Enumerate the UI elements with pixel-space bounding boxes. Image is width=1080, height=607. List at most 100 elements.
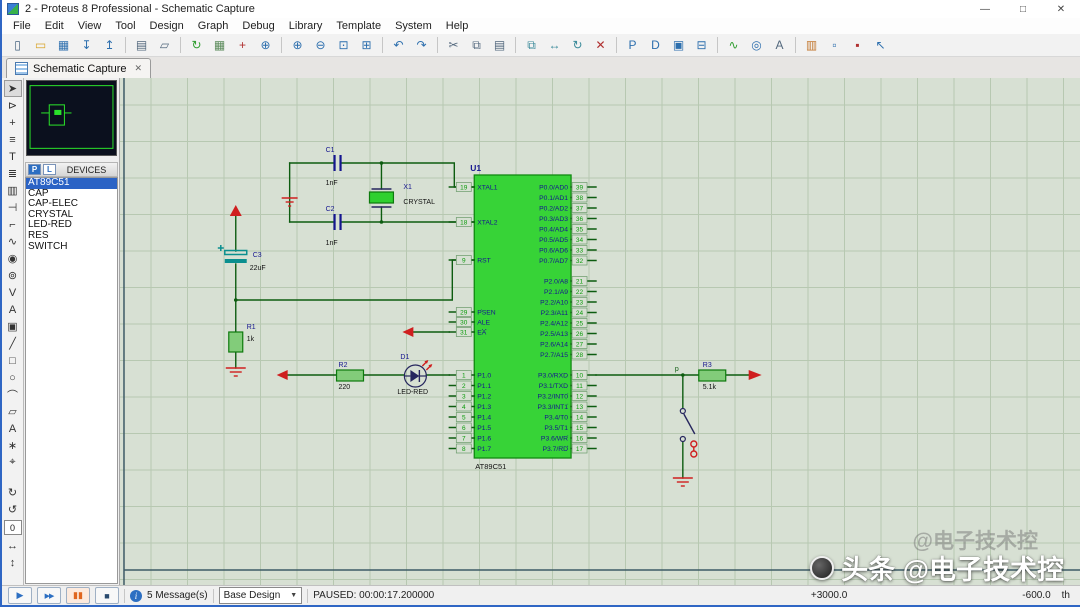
component-c2[interactable] [335,214,341,230]
text-script-mode-icon[interactable]: T [4,148,22,165]
rotation-angle-input[interactable]: 0 [4,520,22,535]
block-copy-icon[interactable]: ⧉ [521,35,542,55]
2d-marker-icon[interactable]: ⌖ [4,454,22,471]
message-count[interactable]: 5 Message(s) [147,590,208,601]
graph-mode-icon[interactable]: ∿ [4,233,22,250]
block-delete-icon[interactable]: ✕ [590,35,611,55]
menu-item-help[interactable]: Help [439,18,476,34]
mark-output-area-icon[interactable]: ▱ [154,35,175,55]
2d-text-icon[interactable]: A [4,420,22,437]
play-button[interactable]: ▶ [8,587,32,604]
virtual-instruments-mode-icon[interactable]: ▣ [4,318,22,335]
cut-icon[interactable]: ✂ [443,35,464,55]
zoom-in-icon[interactable]: ⊕ [287,35,308,55]
2d-box-icon[interactable]: □ [4,352,22,369]
design-explorer-icon[interactable]: ▥ [801,35,822,55]
mirror-vertical-icon[interactable]: ↕ [4,554,22,571]
component-r3[interactable] [699,370,726,381]
overview-preview[interactable] [26,80,117,156]
maximize-button[interactable]: □ [1004,0,1042,18]
current-probe-mode-icon[interactable]: A [4,301,22,318]
remove-sheet-icon[interactable]: ▪ [847,35,868,55]
component-x1[interactable] [369,189,393,207]
menu-item-graph[interactable]: Graph [191,18,236,34]
info-icon[interactable]: i [130,590,142,602]
search-and-tag-icon[interactable]: ◎ [746,35,767,55]
terminal-p30[interactable] [749,370,762,380]
toggle-grid-icon[interactable]: ▦ [209,35,230,55]
wire-label-mode-icon[interactable]: ≡ [4,131,22,148]
goto-sheet-icon[interactable]: ↖ [870,35,891,55]
design-select[interactable]: Base Design ▼ [219,587,303,604]
zoom-out-icon[interactable]: ⊖ [310,35,331,55]
print-design-icon[interactable]: ▤ [131,35,152,55]
menu-item-template[interactable]: Template [329,18,388,34]
voltage-probe-mode-icon[interactable]: V [4,284,22,301]
tape-recorder-mode-icon[interactable]: ◉ [4,250,22,267]
step-button[interactable]: ▶▶ [37,587,61,604]
redo-icon[interactable]: ↷ [411,35,432,55]
component-r1[interactable] [229,332,243,352]
ground-terminal-reset[interactable] [226,368,246,376]
device-pin-mode-icon[interactable]: ⌐ [4,216,22,233]
zoom-to-area-icon[interactable]: ⊞ [356,35,377,55]
toggle-false-origin-icon[interactable]: + [232,35,253,55]
menu-item-view[interactable]: View [71,18,109,34]
minimize-button[interactable]: — [966,0,1004,18]
switch-actuator[interactable] [691,441,697,457]
menu-item-edit[interactable]: Edit [38,18,71,34]
wire-autorouter-icon[interactable]: ∿ [723,35,744,55]
junction-dot-mode-icon[interactable]: + [4,114,22,131]
make-device-icon[interactable]: D [645,35,666,55]
pause-button[interactable]: ▮▮ [66,587,90,604]
stop-button[interactable]: ■ [95,587,119,604]
pick-devices-button[interactable]: P [28,164,41,175]
packaging-tool-icon[interactable]: ▣ [668,35,689,55]
rotate-anticlockwise-icon[interactable]: ↺ [4,501,22,518]
export-section-icon[interactable]: ↥ [99,35,120,55]
2d-arc-icon[interactable]: ⌒ [4,386,22,403]
selection-mode-icon[interactable]: ➤ [4,80,22,97]
2d-symbol-icon[interactable]: ∗ [4,437,22,454]
tab-close-icon[interactable]: ✕ [135,63,143,74]
property-assignment-icon[interactable]: A [769,35,790,55]
device-item[interactable]: SWITCH [26,242,117,253]
zoom-all-icon[interactable]: ⊡ [333,35,354,55]
terminal-mode-icon[interactable]: ⊣ [4,199,22,216]
pick-parts-icon[interactable]: P [622,35,643,55]
paste-icon[interactable]: ▤ [489,35,510,55]
refresh-display-icon[interactable]: ↻ [186,35,207,55]
component-c3[interactable] [218,245,247,263]
open-design-icon[interactable]: ▭ [30,35,51,55]
terminal-p10[interactable] [277,370,288,380]
schematic-canvas[interactable]: U1 AT89C51 19XTAL118XTAL29RST29PSEN30ALE… [120,78,1080,585]
menu-item-tool[interactable]: Tool [108,18,142,34]
component-d1[interactable] [404,360,432,387]
component-c1[interactable] [335,155,341,171]
subcircuit-mode-icon[interactable]: ▥ [4,182,22,199]
center-at-cursor-icon[interactable]: ⊕ [255,35,276,55]
new-sheet-icon[interactable]: ▫ [824,35,845,55]
undo-icon[interactable]: ↶ [388,35,409,55]
mirror-horizontal-icon[interactable]: ↔ [4,537,22,554]
generator-mode-icon[interactable]: ⊚ [4,267,22,284]
menu-item-debug[interactable]: Debug [235,18,281,34]
menu-item-file[interactable]: File [6,18,38,34]
close-button[interactable]: ✕ [1042,0,1080,18]
rotate-clockwise-icon[interactable]: ↻ [4,484,22,501]
ground-terminal-switch[interactable] [673,478,693,486]
2d-path-icon[interactable]: ▱ [4,403,22,420]
menu-item-system[interactable]: System [388,18,439,34]
block-rotate-icon[interactable]: ↻ [567,35,588,55]
component-r2[interactable] [337,370,364,381]
terminal-ea[interactable] [402,327,413,337]
copy-icon[interactable]: ⧉ [466,35,487,55]
library-manager-button[interactable]: L [43,164,56,175]
decompose-icon[interactable]: ⊟ [691,35,712,55]
device-item[interactable]: RES [26,231,117,242]
block-move-icon[interactable]: ↔ [544,35,565,55]
component-mode-icon[interactable]: ⊳ [4,97,22,114]
device-item[interactable]: AT89C51 [26,178,117,189]
tab-schematic-capture[interactable]: Schematic Capture ✕ [6,58,151,78]
buses-mode-icon[interactable]: ≣ [4,165,22,182]
